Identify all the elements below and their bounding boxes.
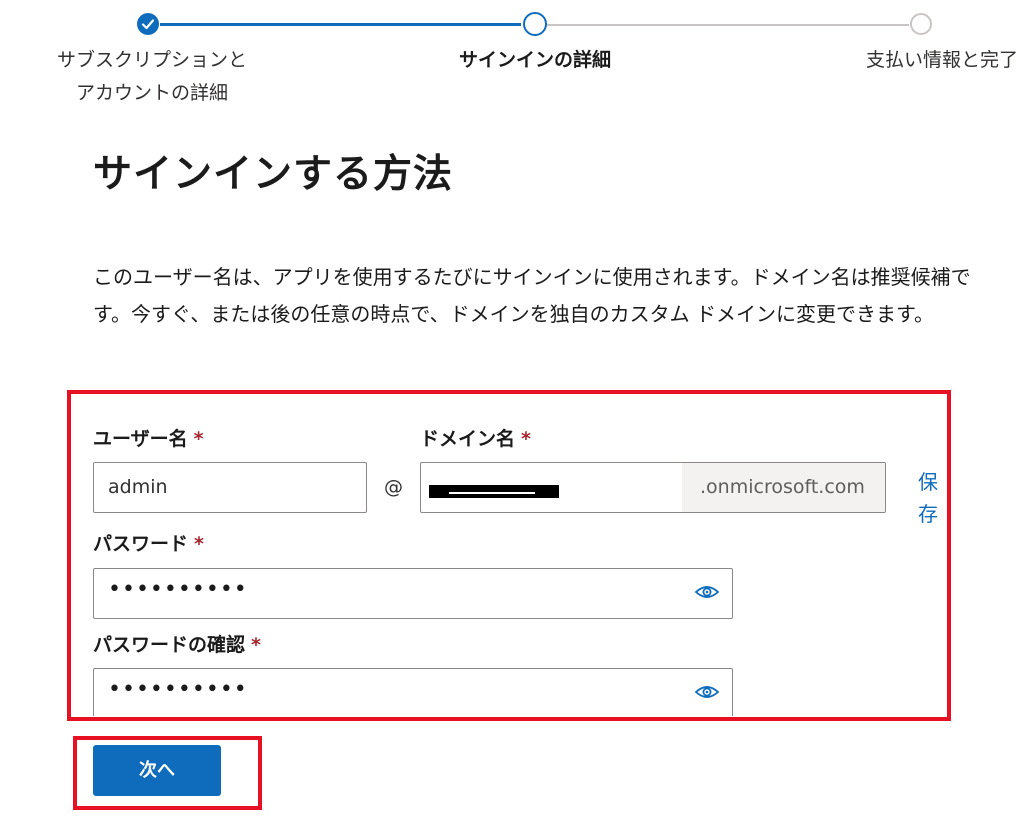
- required-mark: *: [193, 428, 204, 450]
- page-title: サインインする方法: [93, 152, 454, 197]
- domain-input[interactable]: .onmicrosoft.com: [420, 462, 886, 513]
- step-2-label: サインインの詳細: [458, 49, 611, 71]
- password-label: パスワード *: [93, 533, 204, 555]
- next-button[interactable]: 次へ: [93, 745, 221, 796]
- required-mark: *: [194, 533, 204, 555]
- show-password-eye-icon[interactable]: [694, 582, 720, 602]
- username-label: ユーザー名 *: [93, 428, 204, 450]
- confirm-password-masked-value: ••••••••••: [108, 677, 248, 702]
- required-mark: *: [251, 634, 261, 656]
- step-3-label: 支払い情報と完了: [865, 49, 1018, 71]
- domain-suffix: .onmicrosoft.com: [682, 463, 885, 512]
- page-description: このユーザー名は、アプリを使用するたびにサインインに使用されます。ドメイン名は推…: [93, 265, 971, 326]
- username-input[interactable]: admin: [93, 462, 367, 513]
- show-confirm-password-eye-icon[interactable]: [694, 682, 720, 702]
- required-mark: *: [521, 428, 531, 450]
- step-upcoming-circle-icon: [910, 13, 932, 35]
- step-current-circle-icon: [523, 12, 547, 36]
- password-masked-value: ••••••••••: [108, 577, 248, 602]
- step-complete-check-icon: [137, 13, 159, 35]
- confirm-password-label: パスワードの確認 *: [93, 634, 261, 656]
- domain-label: ドメイン名 *: [420, 428, 531, 450]
- confirm-password-input[interactable]: ••••••••••: [93, 668, 733, 716]
- stepper-line-completed: [160, 23, 521, 26]
- username-value: admin: [108, 476, 168, 498]
- step-1-label: サブスクリプションと アカウントの詳細: [56, 49, 247, 104]
- domain-redaction-line: [449, 492, 535, 494]
- stepper-line-upcoming: [547, 24, 909, 26]
- password-input[interactable]: ••••••••••: [93, 568, 733, 619]
- save-domain-link[interactable]: 保存: [918, 466, 940, 530]
- at-symbol: @: [384, 476, 403, 498]
